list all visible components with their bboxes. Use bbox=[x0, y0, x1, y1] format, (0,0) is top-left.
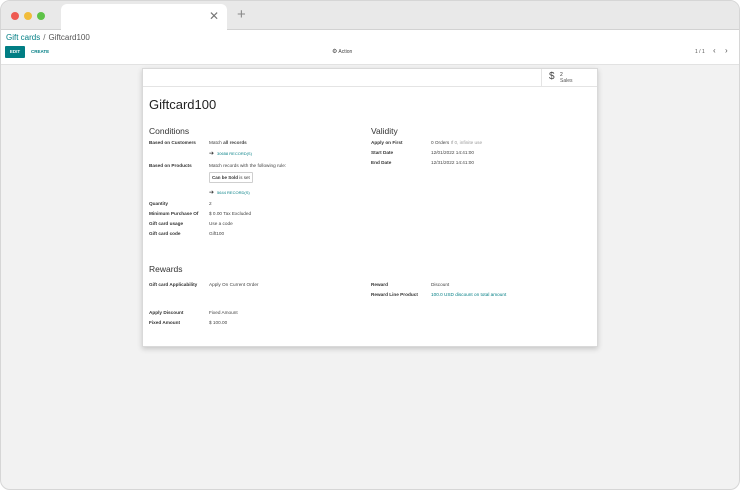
gift-card-applicability-value: Apply On Current Order bbox=[209, 282, 259, 287]
pager-value[interactable]: 1 / 1 bbox=[695, 48, 705, 56]
based-on-products-value: Match records with the following rule: bbox=[209, 163, 287, 168]
breadcrumb-gift-cards[interactable]: Gift cards bbox=[6, 33, 40, 42]
browser-tab[interactable]: ✕ bbox=[61, 4, 227, 30]
dollar-icon: $ bbox=[549, 71, 555, 82]
sales-stat-button[interactable]: $ 2 Sales bbox=[541, 69, 597, 87]
based-on-products-label: Based on Products bbox=[149, 163, 192, 168]
products-records-link[interactable]: ➔ 5644 RECORD(S) bbox=[209, 190, 250, 196]
action-label: Action bbox=[338, 49, 353, 55]
breadcrumb-current: Giftcard100 bbox=[48, 33, 90, 42]
apply-discount-label: Apply Discount bbox=[149, 310, 184, 315]
chevron-right-icon[interactable]: › bbox=[725, 46, 728, 56]
conditions-heading: Conditions bbox=[149, 126, 190, 136]
edit-button[interactable]: EDIT bbox=[5, 46, 25, 58]
reward-value: Discount bbox=[431, 282, 450, 287]
control-panel: Gift cards / Giftcard100 EDIT CREATE ⚙Acti… bbox=[1, 30, 739, 65]
gift-card-usage-value: Use a code bbox=[209, 221, 233, 226]
based-on-customers-label: Based on Customers bbox=[149, 140, 196, 145]
validity-heading: Validity bbox=[371, 126, 398, 136]
fixed-amount-label: Fixed Amount bbox=[149, 320, 181, 325]
sales-label: Sales bbox=[560, 78, 573, 84]
apply-discount-value: Fixed Amount bbox=[209, 310, 238, 315]
arrow-right-icon: ➔ bbox=[209, 190, 215, 196]
reward-label: Reward bbox=[371, 282, 388, 287]
fixed-amount-value: $ 100.00 bbox=[209, 320, 228, 325]
gift-card-usage-label: Gift card usage bbox=[149, 221, 184, 226]
gift-card-applicability-label: Gift card Applicability bbox=[149, 282, 198, 287]
quantity-label: Quantity bbox=[149, 201, 169, 206]
start-date-value: 12/01/2022 14:41:00 bbox=[431, 150, 475, 155]
reward-line-product-label: Reward Line Product bbox=[371, 292, 418, 297]
browser-titlebar: ✕ + bbox=[1, 1, 739, 30]
breadcrumb-separator: / bbox=[43, 33, 46, 42]
arrow-right-icon: ➔ bbox=[209, 151, 215, 157]
minimum-purchase-label: Minimum Purchase Of bbox=[149, 211, 199, 216]
based-on-customers-value: Match all records bbox=[209, 140, 247, 145]
button-box: $ 2 Sales bbox=[143, 69, 597, 87]
gift-card-code-label: Gift card code bbox=[149, 231, 181, 236]
minimum-purchase-value: $ 0.00 Tax Excluded bbox=[209, 211, 252, 216]
apply-on-first-hint: If 0, infinite use bbox=[450, 140, 483, 145]
quantity-value: 2 bbox=[209, 201, 212, 206]
apply-on-first-value: 0 Orders If 0, infinite use bbox=[431, 140, 483, 145]
close-icon[interactable]: ✕ bbox=[209, 9, 219, 23]
program-title: Giftcard100 bbox=[149, 97, 217, 112]
chevron-left-icon[interactable]: ‹ bbox=[713, 46, 716, 56]
rewards-heading: Rewards bbox=[149, 264, 183, 274]
create-button[interactable]: CREATE bbox=[31, 46, 49, 58]
new-tab-icon[interactable]: + bbox=[237, 7, 246, 23]
apply-on-first-label: Apply on First bbox=[371, 140, 403, 145]
gift-card-code-value: Gift100 bbox=[209, 231, 225, 236]
start-date-label: Start Date bbox=[371, 150, 394, 155]
gear-icon: ⚙ bbox=[332, 49, 338, 55]
breadcrumb: Gift cards / Giftcard100 bbox=[6, 33, 90, 42]
form-sheet: $ 2 Sales Giftcard100 Conditions Based o… bbox=[142, 68, 598, 347]
customers-records-link[interactable]: ➔ 30658 RECORD(S) bbox=[209, 151, 252, 157]
browser-window: ✕ + Gift cards / Giftcard100 EDIT CREATE ⚙… bbox=[0, 0, 740, 490]
end-date-label: End Date bbox=[371, 160, 392, 165]
close-window-button[interactable] bbox=[11, 12, 19, 20]
minimize-window-button[interactable] bbox=[24, 12, 32, 20]
reward-line-product-link[interactable]: 100.0 USD discount on total amount bbox=[431, 292, 506, 298]
action-dropdown[interactable]: ⚙Action bbox=[332, 48, 352, 56]
maximize-window-button[interactable] bbox=[37, 12, 45, 20]
end-date-value: 12/31/2022 14:41:00 bbox=[431, 160, 475, 165]
product-domain-rule[interactable]: Can be Sold is set bbox=[209, 172, 253, 183]
